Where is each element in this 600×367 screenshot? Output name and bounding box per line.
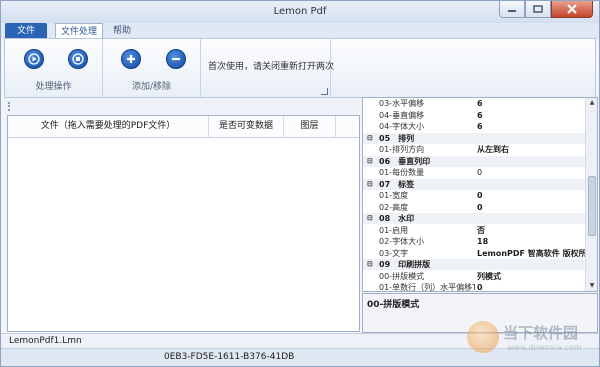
collapse-icon[interactable]: ⊟ — [367, 133, 373, 144]
property-value[interactable]: 6 — [477, 98, 585, 109]
property-category[interactable]: ⊟ 08 水印 — [363, 213, 585, 224]
stop-icon — [72, 53, 84, 65]
watermark-url: www.downxia.com — [507, 343, 582, 352]
close-button[interactable] — [551, 1, 593, 18]
property-name: 00-拼版模式 — [379, 271, 425, 281]
scroll-up-icon[interactable]: ▲ — [588, 98, 596, 108]
property-value[interactable]: 0 — [477, 282, 585, 291]
plus-icon — [127, 55, 135, 63]
tab-help[interactable]: 帮助 — [111, 23, 133, 39]
property-row[interactable]: 01-启用 否 — [363, 225, 585, 236]
scroll-thumb[interactable] — [588, 176, 596, 236]
watermark-name: 当下软件园 — [503, 324, 579, 342]
property-name: 04-垂直偏移 — [379, 110, 425, 120]
property-name: 03-文字 — [379, 248, 409, 258]
property-category[interactable]: ⊟ 09 印刷拼版 — [363, 259, 585, 270]
property-scrollbar[interactable]: ▲ ▼ — [585, 98, 597, 291]
property-value[interactable]: 6 — [477, 121, 585, 132]
play-icon — [28, 53, 40, 65]
minus-icon — [172, 57, 180, 61]
property-row[interactable]: 03-文字 LemonPDF 智高软件 版权所 — [363, 248, 585, 259]
file-menu-button[interactable]: 文件 — [5, 23, 47, 39]
minimize-icon — [508, 10, 516, 12]
ribbon-note-text: 首次使用，请关闭重新打开两次 — [208, 62, 335, 72]
collapse-icon[interactable]: ⊟ — [367, 179, 373, 190]
property-value[interactable]: 0 — [477, 202, 585, 213]
property-row[interactable]: 01-每份数量 0 — [363, 167, 585, 178]
property-name: 03-水平偏移 — [379, 99, 425, 108]
property-value[interactable]: 6 — [477, 110, 585, 121]
property-value[interactable]: 18 — [477, 236, 585, 247]
property-row[interactable]: 03-水平偏移 6 — [363, 98, 585, 109]
property-name: 09 印刷拼版 — [379, 260, 431, 269]
property-value[interactable]: 0 — [477, 167, 585, 178]
close-icon — [567, 4, 577, 14]
remove-file-button[interactable] — [166, 49, 186, 69]
file-list-panel[interactable]: 文件（拖入需要处理的PDF文件） 是否可变数据 图层 — [7, 115, 360, 332]
ribbon-group-label: 添加/移除 — [131, 82, 172, 92]
ribbon-group-add-remove: 添加/移除 — [103, 39, 201, 97]
property-value[interactable]: 0 — [477, 190, 585, 201]
property-row[interactable]: 02-字体大小 18 — [363, 236, 585, 247]
property-row[interactable]: 04-垂直偏移 6 — [363, 110, 585, 121]
ribbon-group-process: 处理操作 — [5, 39, 103, 97]
watermark-logo-icon — [467, 321, 499, 353]
property-category[interactable]: ⊟ 05 排列 — [363, 132, 585, 144]
property-row[interactable]: 01-单数行（列）水平偏移T 0 — [363, 282, 585, 292]
property-name: 05 排列 — [379, 133, 415, 143]
site-watermark: 当下软件园 www.downxia.com — [467, 319, 597, 361]
property-name: 01-启用 — [379, 225, 409, 235]
property-name: 07 标签 — [379, 179, 415, 189]
ribbon-group-label: 处理操作 — [35, 82, 72, 92]
collapse-icon[interactable]: ⊟ — [367, 156, 373, 167]
property-row[interactable]: 01-宽度 0 — [363, 190, 585, 201]
title-bar: Lemon Pdf — [1, 1, 599, 23]
property-grid[interactable]: 03-水平偏移 6 04-垂直偏移 6 04-字体大小 6 ⊟ 05 排列 01-排列方向 从左到… — [362, 97, 598, 292]
window-controls — [499, 1, 593, 19]
property-name: 02-字体大小 — [379, 237, 425, 246]
property-name: 08 水印 — [379, 214, 415, 223]
property-name: 02-高度 — [379, 202, 409, 212]
scroll-down-icon[interactable]: ▼ — [588, 281, 596, 291]
property-row[interactable]: 04-字体大小 6 — [363, 121, 585, 132]
maximize-button[interactable] — [525, 1, 551, 18]
machine-id: 0EB3-FD5E-1611-B376-41DB — [164, 352, 295, 362]
property-row[interactable]: 01-排列方向 从左到右 — [363, 144, 585, 155]
ribbon-tab-bar: 文件 文件处理 帮助 — [1, 23, 599, 39]
property-category[interactable]: ⊟ 06 垂直列印 — [363, 155, 585, 167]
add-file-button[interactable] — [121, 49, 141, 69]
property-value[interactable]: 从左到右 — [477, 144, 585, 155]
property-category[interactable]: ⊟ 07 标签 — [363, 178, 585, 190]
property-value[interactable]: 列模式 — [477, 271, 585, 282]
column-header-layer[interactable]: 图层 — [284, 116, 336, 137]
property-name: 04-字体大小 — [379, 122, 425, 131]
tab-file-processing[interactable]: 文件处理 — [55, 23, 103, 39]
collapse-icon[interactable]: ⊟ — [367, 213, 373, 224]
stop-button[interactable] — [68, 49, 88, 69]
property-value[interactable]: 否 — [477, 225, 585, 236]
property-row[interactable]: 02-高度 0 — [363, 202, 585, 213]
collapse-icon[interactable]: ⊟ — [367, 259, 373, 270]
column-header-variable-data[interactable]: 是否可变数据 — [209, 116, 284, 137]
minimize-button[interactable] — [499, 1, 525, 18]
property-name: 01-单数行（列）水平偏移T — [379, 283, 475, 292]
property-name: 06 垂直列印 — [379, 156, 431, 166]
toolbar-grip-icon[interactable] — [8, 102, 10, 111]
app-window: Lemon Pdf 文件 文件处理 帮助 处理操作 添加/移除 首次使用，请关闭… — [0, 0, 600, 367]
file-list-header: 文件（拖入需要处理的PDF文件） 是否可变数据 图层 — [8, 116, 359, 138]
group-expand-icon[interactable] — [321, 88, 328, 95]
property-name: 01-排列方向 — [379, 145, 425, 154]
property-value[interactable]: LemonPDF 智高软件 版权所 — [477, 248, 585, 259]
column-header-file[interactable]: 文件（拖入需要处理的PDF文件） — [8, 116, 209, 137]
ribbon-panel: 处理操作 添加/移除 首次使用，请关闭重新打开两次 — [4, 38, 596, 98]
property-name: 01-每份数量 — [379, 168, 425, 177]
maximize-icon — [533, 5, 543, 13]
property-name: 01-宽度 — [379, 191, 409, 200]
property-description-title: 00-拼版模式 — [367, 300, 420, 310]
current-filename: LemonPdf1.Lmn — [9, 336, 82, 346]
quick-access-toolbar — [4, 99, 360, 114]
start-button[interactable] — [24, 49, 44, 69]
property-row[interactable]: 00-拼版模式 列模式 — [363, 271, 585, 282]
